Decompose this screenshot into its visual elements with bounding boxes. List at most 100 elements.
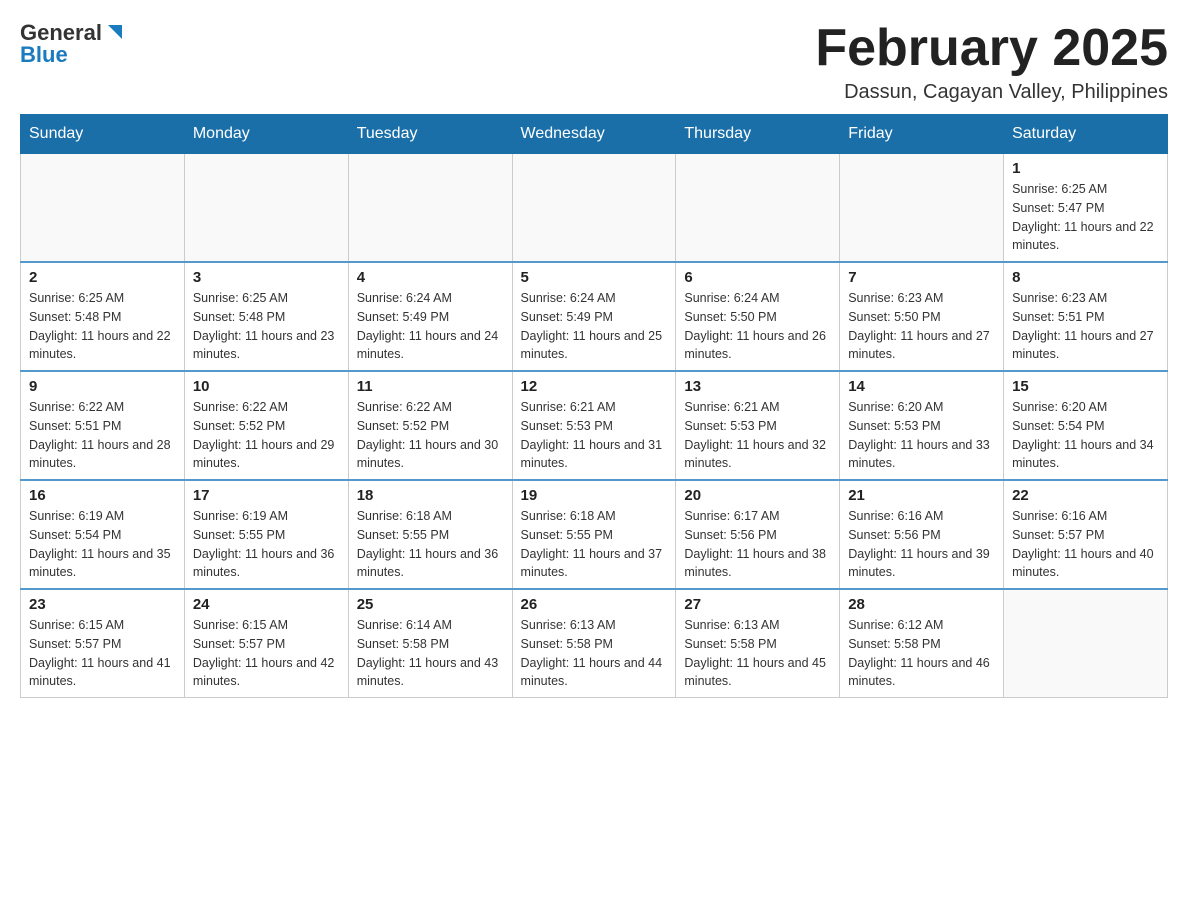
- day-number: 19: [521, 487, 668, 504]
- logo-triangle-icon: [104, 21, 126, 43]
- day-info: Sunrise: 6:25 AMSunset: 5:48 PMDaylight:…: [193, 289, 340, 364]
- day-of-week-header: Wednesday: [512, 115, 676, 154]
- day-number: 14: [848, 378, 995, 395]
- calendar-day-cell: 21 Sunrise: 6:16 AMSunset: 5:56 PMDayligh…: [840, 480, 1004, 589]
- day-info: Sunrise: 6:17 AMSunset: 5:56 PMDaylight:…: [684, 507, 831, 582]
- day-info: Sunrise: 6:23 AMSunset: 5:50 PMDaylight:…: [848, 289, 995, 364]
- day-number: 11: [357, 378, 504, 395]
- calendar-week-row: 1 Sunrise: 6:25 AMSunset: 5:47 PMDaylight…: [21, 154, 1168, 263]
- day-info: Sunrise: 6:24 AMSunset: 5:49 PMDaylight:…: [521, 289, 668, 364]
- calendar-day-cell: 6 Sunrise: 6:24 AMSunset: 5:50 PMDaylight…: [676, 262, 840, 371]
- day-info: Sunrise: 6:22 AMSunset: 5:52 PMDaylight:…: [193, 398, 340, 473]
- day-info: Sunrise: 6:15 AMSunset: 5:57 PMDaylight:…: [29, 616, 176, 691]
- day-number: 9: [29, 378, 176, 395]
- calendar-day-cell: 9 Sunrise: 6:22 AMSunset: 5:51 PMDaylight…: [21, 371, 185, 480]
- day-info: Sunrise: 6:21 AMSunset: 5:53 PMDaylight:…: [684, 398, 831, 473]
- calendar-day-cell: 12Sunrise: 6:21 AMSunset: 5:53 PMDayligh…: [512, 371, 676, 480]
- calendar-day-cell: 10 Sunrise: 6:22 AMSunset: 5:52 PMDayligh…: [184, 371, 348, 480]
- day-number: 1: [1012, 160, 1159, 177]
- day-number: 7: [848, 269, 995, 286]
- day-number: 27: [684, 596, 831, 613]
- calendar-day-cell: 26 Sunrise: 6:13 AMSunset: 5:58 PMDayligh…: [512, 589, 676, 698]
- day-info: Sunrise: 6:13 AMSunset: 5:58 PMDaylight:…: [521, 616, 668, 691]
- logo-blue-text: Blue: [20, 42, 68, 68]
- day-number: 10: [193, 378, 340, 395]
- day-info: Sunrise: 6:24 AMSunset: 5:50 PMDaylight:…: [684, 289, 831, 364]
- calendar-day-cell: 28Sunrise: 6:12 AMSunset: 5:58 PMDayligh…: [840, 589, 1004, 698]
- day-number: 16: [29, 487, 176, 504]
- day-info: Sunrise: 6:14 AMSunset: 5:58 PMDaylight:…: [357, 616, 504, 691]
- day-info: Sunrise: 6:19 AMSunset: 5:54 PMDaylight:…: [29, 507, 176, 582]
- calendar-day-cell: 24 Sunrise: 6:15 AMSunset: 5:57 PMDayligh…: [184, 589, 348, 698]
- calendar-day-cell: 27Sunrise: 6:13 AMSunset: 5:58 PMDayligh…: [676, 589, 840, 698]
- calendar-day-cell: 5 Sunrise: 6:24 AMSunset: 5:49 PMDaylight…: [512, 262, 676, 371]
- calendar-week-row: 16 Sunrise: 6:19 AMSunset: 5:54 PMDayligh…: [21, 480, 1168, 589]
- day-number: 13: [684, 378, 831, 395]
- day-of-week-header: Sunday: [21, 115, 185, 154]
- day-info: Sunrise: 6:24 AMSunset: 5:49 PMDaylight:…: [357, 289, 504, 364]
- day-info: Sunrise: 6:18 AMSunset: 5:55 PMDaylight:…: [357, 507, 504, 582]
- page-header: General Blue February 2025 Dassun, Cagay…: [20, 20, 1168, 104]
- day-info: Sunrise: 6:16 AMSunset: 5:57 PMDaylight:…: [1012, 507, 1159, 582]
- day-number: 20: [684, 487, 831, 504]
- calendar-day-cell: 13 Sunrise: 6:21 AMSunset: 5:53 PMDayligh…: [676, 371, 840, 480]
- calendar-table: SundayMondayTuesdayWednesdayThursdayFrid…: [20, 114, 1168, 698]
- calendar-day-cell: [348, 154, 512, 263]
- day-number: 26: [521, 596, 668, 613]
- calendar-day-cell: 17 Sunrise: 6:19 AMSunset: 5:55 PMDayligh…: [184, 480, 348, 589]
- calendar-day-cell: 22 Sunrise: 6:16 AMSunset: 5:57 PMDayligh…: [1004, 480, 1168, 589]
- day-info: Sunrise: 6:22 AMSunset: 5:51 PMDaylight:…: [29, 398, 176, 473]
- calendar-day-cell: [21, 154, 185, 263]
- location-subtitle: Dassun, Cagayan Valley, Philippines: [815, 81, 1168, 104]
- calendar-day-cell: 7 Sunrise: 6:23 AMSunset: 5:50 PMDaylight…: [840, 262, 1004, 371]
- day-number: 18: [357, 487, 504, 504]
- day-of-week-header: Thursday: [676, 115, 840, 154]
- day-number: 3: [193, 269, 340, 286]
- calendar-day-cell: [676, 154, 840, 263]
- calendar-week-row: 23 Sunrise: 6:15 AMSunset: 5:57 PMDayligh…: [21, 589, 1168, 698]
- day-of-week-header: Saturday: [1004, 115, 1168, 154]
- day-number: 25: [357, 596, 504, 613]
- calendar-day-cell: 18 Sunrise: 6:18 AMSunset: 5:55 PMDayligh…: [348, 480, 512, 589]
- day-info: Sunrise: 6:22 AMSunset: 5:52 PMDaylight:…: [357, 398, 504, 473]
- calendar-day-cell: 4 Sunrise: 6:24 AMSunset: 5:49 PMDaylight…: [348, 262, 512, 371]
- day-number: 2: [29, 269, 176, 286]
- calendar-day-cell: 14 Sunrise: 6:20 AMSunset: 5:53 PMDayligh…: [840, 371, 1004, 480]
- calendar-day-cell: 25 Sunrise: 6:14 AMSunset: 5:58 PMDayligh…: [348, 589, 512, 698]
- day-info: Sunrise: 6:15 AMSunset: 5:57 PMDaylight:…: [193, 616, 340, 691]
- calendar-day-cell: [184, 154, 348, 263]
- calendar-week-row: 2 Sunrise: 6:25 AMSunset: 5:48 PMDaylight…: [21, 262, 1168, 371]
- day-number: 12: [521, 378, 668, 395]
- calendar-header-row: SundayMondayTuesdayWednesdayThursdayFrid…: [21, 115, 1168, 154]
- day-number: 6: [684, 269, 831, 286]
- day-info: Sunrise: 6:20 AMSunset: 5:53 PMDaylight:…: [848, 398, 995, 473]
- calendar-day-cell: 20 Sunrise: 6:17 AMSunset: 5:56 PMDayligh…: [676, 480, 840, 589]
- day-number: 28: [848, 596, 995, 613]
- day-number: 5: [521, 269, 668, 286]
- day-number: 22: [1012, 487, 1159, 504]
- day-number: 17: [193, 487, 340, 504]
- calendar-week-row: 9 Sunrise: 6:22 AMSunset: 5:51 PMDaylight…: [21, 371, 1168, 480]
- day-number: 24: [193, 596, 340, 613]
- calendar-day-cell: 15 Sunrise: 6:20 AMSunset: 5:54 PMDayligh…: [1004, 371, 1168, 480]
- calendar-day-cell: 11 Sunrise: 6:22 AMSunset: 5:52 PMDayligh…: [348, 371, 512, 480]
- day-info: Sunrise: 6:23 AMSunset: 5:51 PMDaylight:…: [1012, 289, 1159, 364]
- day-number: 8: [1012, 269, 1159, 286]
- logo: General Blue: [20, 20, 126, 68]
- calendar-day-cell: 23 Sunrise: 6:15 AMSunset: 5:57 PMDayligh…: [21, 589, 185, 698]
- calendar-day-cell: 16 Sunrise: 6:19 AMSunset: 5:54 PMDayligh…: [21, 480, 185, 589]
- calendar-day-cell: 3 Sunrise: 6:25 AMSunset: 5:48 PMDaylight…: [184, 262, 348, 371]
- calendar-day-cell: 19Sunrise: 6:18 AMSunset: 5:55 PMDayligh…: [512, 480, 676, 589]
- day-info: Sunrise: 6:20 AMSunset: 5:54 PMDaylight:…: [1012, 398, 1159, 473]
- day-number: 21: [848, 487, 995, 504]
- day-info: Sunrise: 6:19 AMSunset: 5:55 PMDaylight:…: [193, 507, 340, 582]
- day-number: 4: [357, 269, 504, 286]
- day-of-week-header: Monday: [184, 115, 348, 154]
- calendar-day-cell: 8 Sunrise: 6:23 AMSunset: 5:51 PMDaylight…: [1004, 262, 1168, 371]
- day-info: Sunrise: 6:25 AMSunset: 5:47 PMDaylight:…: [1012, 180, 1159, 255]
- day-number: 23: [29, 596, 176, 613]
- calendar-day-cell: [512, 154, 676, 263]
- day-info: Sunrise: 6:16 AMSunset: 5:56 PMDaylight:…: [848, 507, 995, 582]
- day-number: 15: [1012, 378, 1159, 395]
- calendar-day-cell: 1 Sunrise: 6:25 AMSunset: 5:47 PMDaylight…: [1004, 154, 1168, 263]
